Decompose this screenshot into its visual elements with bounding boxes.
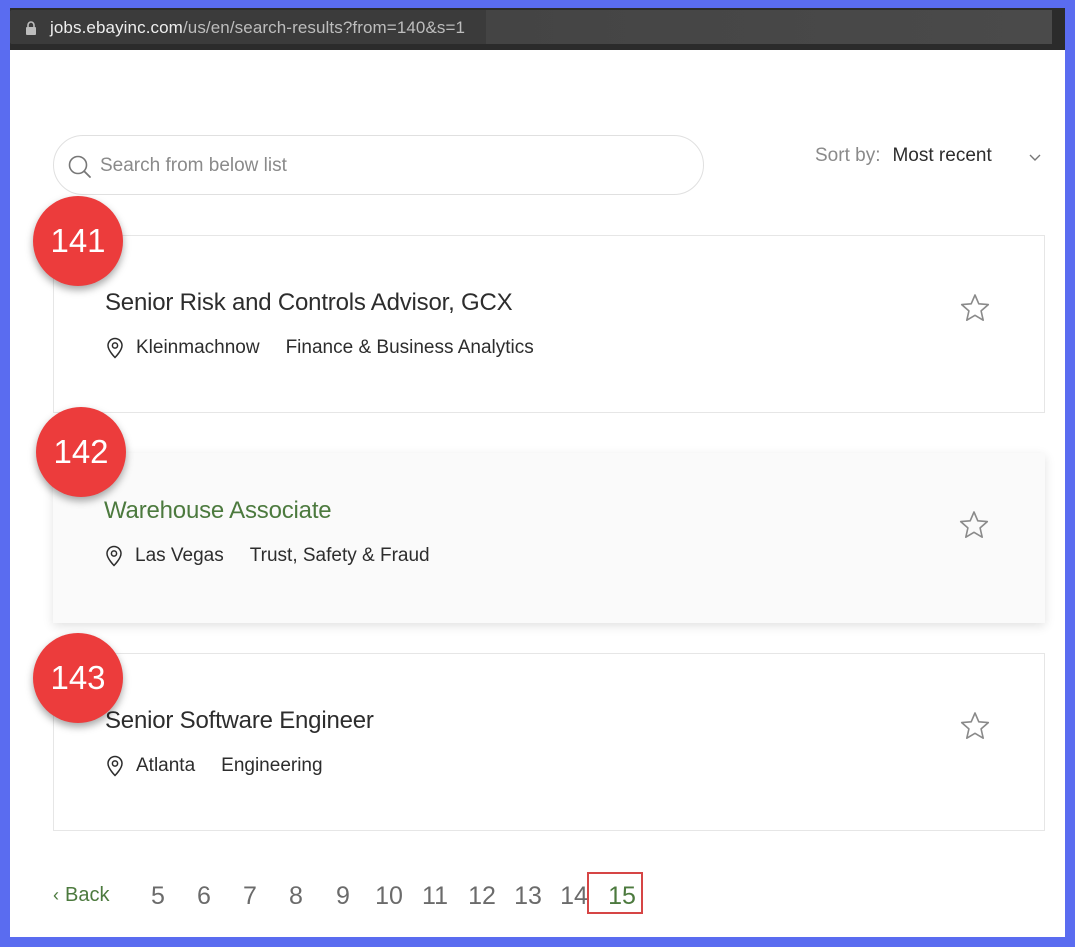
job-title[interactable]: Warehouse Associate xyxy=(104,497,332,525)
url-fade xyxy=(486,10,1052,44)
job-title[interactable]: Senior Software Engineer xyxy=(105,707,374,735)
url-path: /us/en/search-results?from=140&s=1 xyxy=(182,18,466,37)
lock-icon[interactable] xyxy=(25,21,37,35)
url-text[interactable]: jobs.ebayinc.com/us/en/search-results?fr… xyxy=(50,18,465,38)
location-pin-icon xyxy=(106,545,122,567)
job-location: Kleinmachnow xyxy=(136,337,260,358)
sort-value[interactable]: Most recent xyxy=(892,145,991,166)
back-label: Back xyxy=(65,884,110,906)
search-input[interactable] xyxy=(100,148,680,184)
job-card[interactable]: Senior Software Engineer Atlanta Enginee… xyxy=(53,653,1045,831)
back-link[interactable]: ‹ Back xyxy=(53,884,109,907)
job-title[interactable]: Senior Risk and Controls Advisor, GCX xyxy=(105,289,513,317)
page-link-13[interactable]: 13 xyxy=(508,882,548,911)
favorite-star-icon[interactable] xyxy=(959,710,991,742)
result-number-badge: 142 xyxy=(36,407,126,497)
favorite-star-icon[interactable] xyxy=(958,509,990,541)
job-category: Finance & Business Analytics xyxy=(285,337,534,358)
current-page-highlight xyxy=(587,872,643,914)
page-link-8[interactable]: 8 xyxy=(276,882,316,911)
job-card[interactable]: Senior Risk and Controls Advisor, GCX Kl… xyxy=(53,235,1045,413)
result-number-badge: 143 xyxy=(33,633,123,723)
job-meta: Las Vegas Trust, Safety & Fraud xyxy=(104,545,430,567)
job-meta: Atlanta Engineering xyxy=(105,755,323,777)
page-link-11[interactable]: 11 xyxy=(415,882,455,911)
search-box xyxy=(53,135,704,195)
pagination: ‹ Back 5 6 7 8 9 10 11 12 13 14 15 xyxy=(53,872,673,914)
job-location: Atlanta xyxy=(136,755,196,776)
search-icon xyxy=(68,155,91,178)
page-link-5[interactable]: 5 xyxy=(138,882,178,911)
address-bar: jobs.ebayinc.com/us/en/search-results?fr… xyxy=(10,8,1065,50)
location-pin-icon xyxy=(107,337,123,359)
chevron-down-icon[interactable] xyxy=(1028,150,1042,164)
sort-label: Sort by: xyxy=(815,145,881,166)
page-link-6[interactable]: 6 xyxy=(184,882,224,911)
result-number-badge: 141 xyxy=(33,196,123,286)
job-category: Trust, Safety & Fraud xyxy=(249,545,430,566)
page-link-10[interactable]: 10 xyxy=(369,882,409,911)
job-location: Las Vegas xyxy=(135,545,224,566)
favorite-star-icon[interactable] xyxy=(959,292,991,324)
browser-frame: jobs.ebayinc.com/us/en/search-results?fr… xyxy=(10,8,1065,937)
job-meta: Kleinmachnow Finance & Business Analytic… xyxy=(105,337,534,359)
sort-control[interactable]: Sort by: Most recent xyxy=(815,145,992,167)
job-card[interactable]: Warehouse Associate Las Vegas Trust, Saf… xyxy=(53,453,1045,623)
page-link-12[interactable]: 12 xyxy=(462,882,502,911)
url-host: jobs.ebayinc.com xyxy=(50,18,183,37)
page-link-7[interactable]: 7 xyxy=(230,882,270,911)
job-category: Engineering xyxy=(221,755,323,776)
page-link-9[interactable]: 9 xyxy=(323,882,363,911)
chevron-left-icon: ‹ xyxy=(53,885,59,905)
location-pin-icon xyxy=(107,755,123,777)
url-field[interactable]: jobs.ebayinc.com/us/en/search-results?fr… xyxy=(10,10,1052,44)
